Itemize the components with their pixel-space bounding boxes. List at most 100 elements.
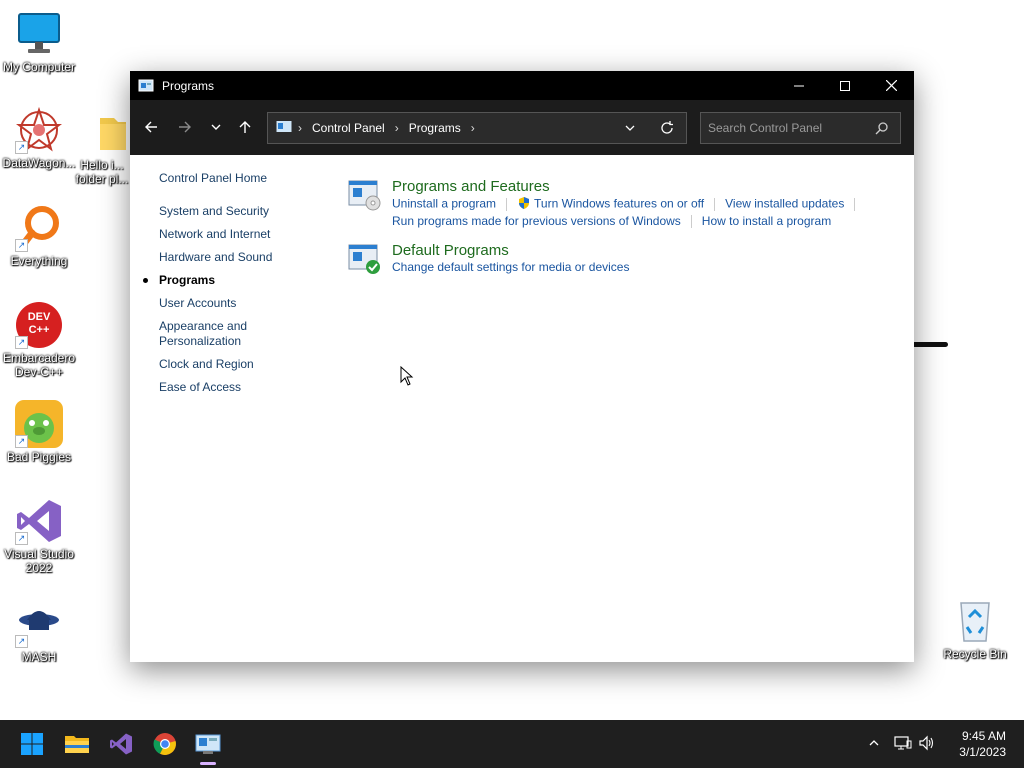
shortcut-arrow-icon: ↗ — [15, 435, 28, 448]
pig-icon: ↗ — [15, 400, 63, 448]
taskbar-chrome[interactable] — [150, 729, 180, 759]
chevron-down-icon — [211, 124, 221, 130]
breadcrumb-separator[interactable]: › — [471, 121, 475, 135]
uninstall-program-link[interactable]: Uninstall a program — [392, 197, 496, 211]
network-icon — [894, 735, 912, 749]
nav-ease-of-access[interactable]: Ease of Access — [159, 380, 309, 395]
devcpp-icon: DEV C++ ↗ — [15, 301, 63, 349]
turn-windows-features-link[interactable]: Turn Windows features on or off — [534, 197, 704, 211]
refresh-icon — [661, 121, 673, 134]
link-divider — [690, 215, 692, 229]
taskbar: 9:45 AM 3/1/2023 — [0, 720, 1024, 768]
default-programs-icon — [348, 242, 382, 276]
address-bar[interactable]: › Control Panel › Programs › — [267, 112, 687, 144]
maximize-icon — [840, 80, 850, 91]
refresh-button[interactable] — [660, 121, 674, 138]
devcpp-badge: DEV C++ — [27, 311, 51, 336]
desktop-icon-datawagon[interactable]: ↗ DataWagon... — [0, 106, 78, 170]
uac-shield-icon — [517, 196, 531, 213]
speaker-icon — [919, 735, 934, 750]
breadcrumb-control-panel[interactable]: Control Panel — [312, 121, 385, 135]
nav-network-and-internet[interactable]: Network and Internet — [159, 227, 309, 242]
link-divider — [854, 198, 856, 211]
desktop-icon-label: Visual Studio 2022 — [4, 547, 74, 575]
search-icon[interactable] — [875, 122, 888, 138]
breadcrumb-programs[interactable]: Programs — [409, 121, 461, 135]
nav-user-accounts[interactable]: User Accounts — [159, 296, 309, 311]
up-arrow-icon — [239, 121, 251, 133]
how-to-install-program-link[interactable]: How to install a program — [702, 214, 831, 228]
control-panel-window[interactable]: Programs › Control Panel › Programs › Se… — [130, 71, 914, 662]
desktop-icon-devcpp[interactable]: DEV C++ ↗ Embarcadero Dev-C++ — [0, 301, 78, 379]
view-installed-updates-link[interactable]: View installed updates — [725, 197, 844, 211]
taskbar-clock[interactable]: 9:45 AM 3/1/2023 — [959, 728, 1006, 760]
show-hidden-icons-button[interactable] — [868, 737, 880, 752]
desktop-icon-label: Embarcadero Dev-C++ — [2, 351, 76, 379]
breadcrumb-separator[interactable]: › — [395, 121, 399, 135]
desktop-icon-label: MASH — [21, 650, 57, 664]
desktop-icon-label: My Computer — [2, 60, 76, 74]
desktop-icon-mash[interactable]: ↗ MASH — [0, 600, 78, 664]
control-panel-icon — [276, 120, 292, 137]
shortcut-arrow-icon: ↗ — [15, 239, 28, 252]
chevron-up-icon — [869, 739, 879, 745]
left-navigation-pane: Control Panel Home System and Security N… — [143, 171, 309, 403]
magnifier-icon: ↗ — [15, 204, 63, 252]
minimize-icon — [794, 85, 804, 86]
desktop-icon-folder[interactable]: Hello i... folder pl... — [72, 108, 132, 186]
file-explorer-icon — [65, 736, 89, 753]
shortcut-arrow-icon: ↗ — [15, 532, 28, 545]
link-divider — [506, 198, 508, 211]
datawagon-icon: ↗ — [15, 106, 63, 154]
default-programs-title[interactable]: Default Programs — [392, 242, 509, 259]
run-programs-previous-versions-link[interactable]: Run programs made for previous versions … — [392, 214, 681, 228]
forward-arrow-icon — [179, 121, 191, 133]
programs-and-features-links-row2: Run programs made for previous versions … — [392, 214, 831, 229]
back-button[interactable] — [140, 116, 162, 138]
desktop-icon-my-computer[interactable]: My Computer — [0, 10, 78, 74]
title-bar[interactable]: Programs — [130, 71, 914, 100]
taskbar-control-panel[interactable] — [193, 729, 223, 765]
nav-appearance-and-personalization[interactable]: Appearance and Personalization — [159, 319, 259, 349]
recent-locations-button[interactable] — [205, 116, 227, 138]
taskbar-visual-studio[interactable] — [106, 729, 136, 759]
breadcrumb-separator: › — [298, 121, 302, 135]
clock-date: 3/1/2023 — [959, 745, 1006, 759]
control-panel-home-link[interactable]: Control Panel Home — [159, 171, 309, 186]
taskbar-file-explorer[interactable] — [62, 729, 92, 759]
navigation-bar: › Control Panel › Programs › Search Cont… — [130, 100, 914, 155]
desktop-scribble — [912, 342, 948, 347]
desktop-icon-label: folder pl... — [75, 172, 129, 186]
desktop-icon-visual-studio[interactable]: ↗ Visual Studio 2022 — [0, 497, 78, 575]
minimize-button[interactable] — [776, 71, 822, 100]
nav-clock-and-region[interactable]: Clock and Region — [159, 357, 309, 372]
nav-hardware-and-sound[interactable]: Hardware and Sound — [159, 250, 309, 265]
search-input[interactable]: Search Control Panel — [700, 112, 901, 144]
desktop-icon-recycle-bin[interactable]: Recycle Bin — [936, 597, 1014, 661]
back-arrow-icon — [145, 121, 157, 133]
volume-button[interactable] — [918, 735, 936, 754]
nav-programs-current: Programs — [143, 273, 309, 288]
programs-and-features-title[interactable]: Programs and Features — [392, 178, 550, 195]
desktop-icon-label: Bad Piggies — [6, 450, 72, 464]
nav-system-and-security[interactable]: System and Security — [159, 204, 309, 219]
close-button[interactable] — [868, 71, 914, 100]
monitor-icon — [15, 10, 63, 58]
address-dropdown-button[interactable] — [624, 122, 636, 137]
network-button[interactable] — [894, 735, 912, 754]
change-default-settings-link[interactable]: Change default settings for media or dev… — [392, 260, 629, 274]
default-programs-links: Change default settings for media or dev… — [392, 260, 629, 274]
chrome-icon — [153, 733, 176, 755]
control-panel-icon — [195, 734, 221, 754]
control-panel-icon — [138, 78, 154, 94]
maximize-button[interactable] — [822, 71, 868, 100]
programs-and-features-links-row1: Uninstall a program Turn Windows features… — [392, 196, 865, 213]
forward-button[interactable] — [174, 116, 196, 138]
start-button[interactable] — [17, 729, 47, 759]
desktop-icon-label: DataWagon... — [2, 156, 76, 170]
visual-studio-icon: ↗ — [15, 497, 63, 545]
desktop-icon-bad-piggies[interactable]: ↗ Bad Piggies — [0, 400, 78, 464]
desktop-icon-everything[interactable]: ↗ Everything — [0, 204, 78, 268]
up-button[interactable] — [234, 116, 256, 138]
start-icon — [21, 733, 43, 755]
